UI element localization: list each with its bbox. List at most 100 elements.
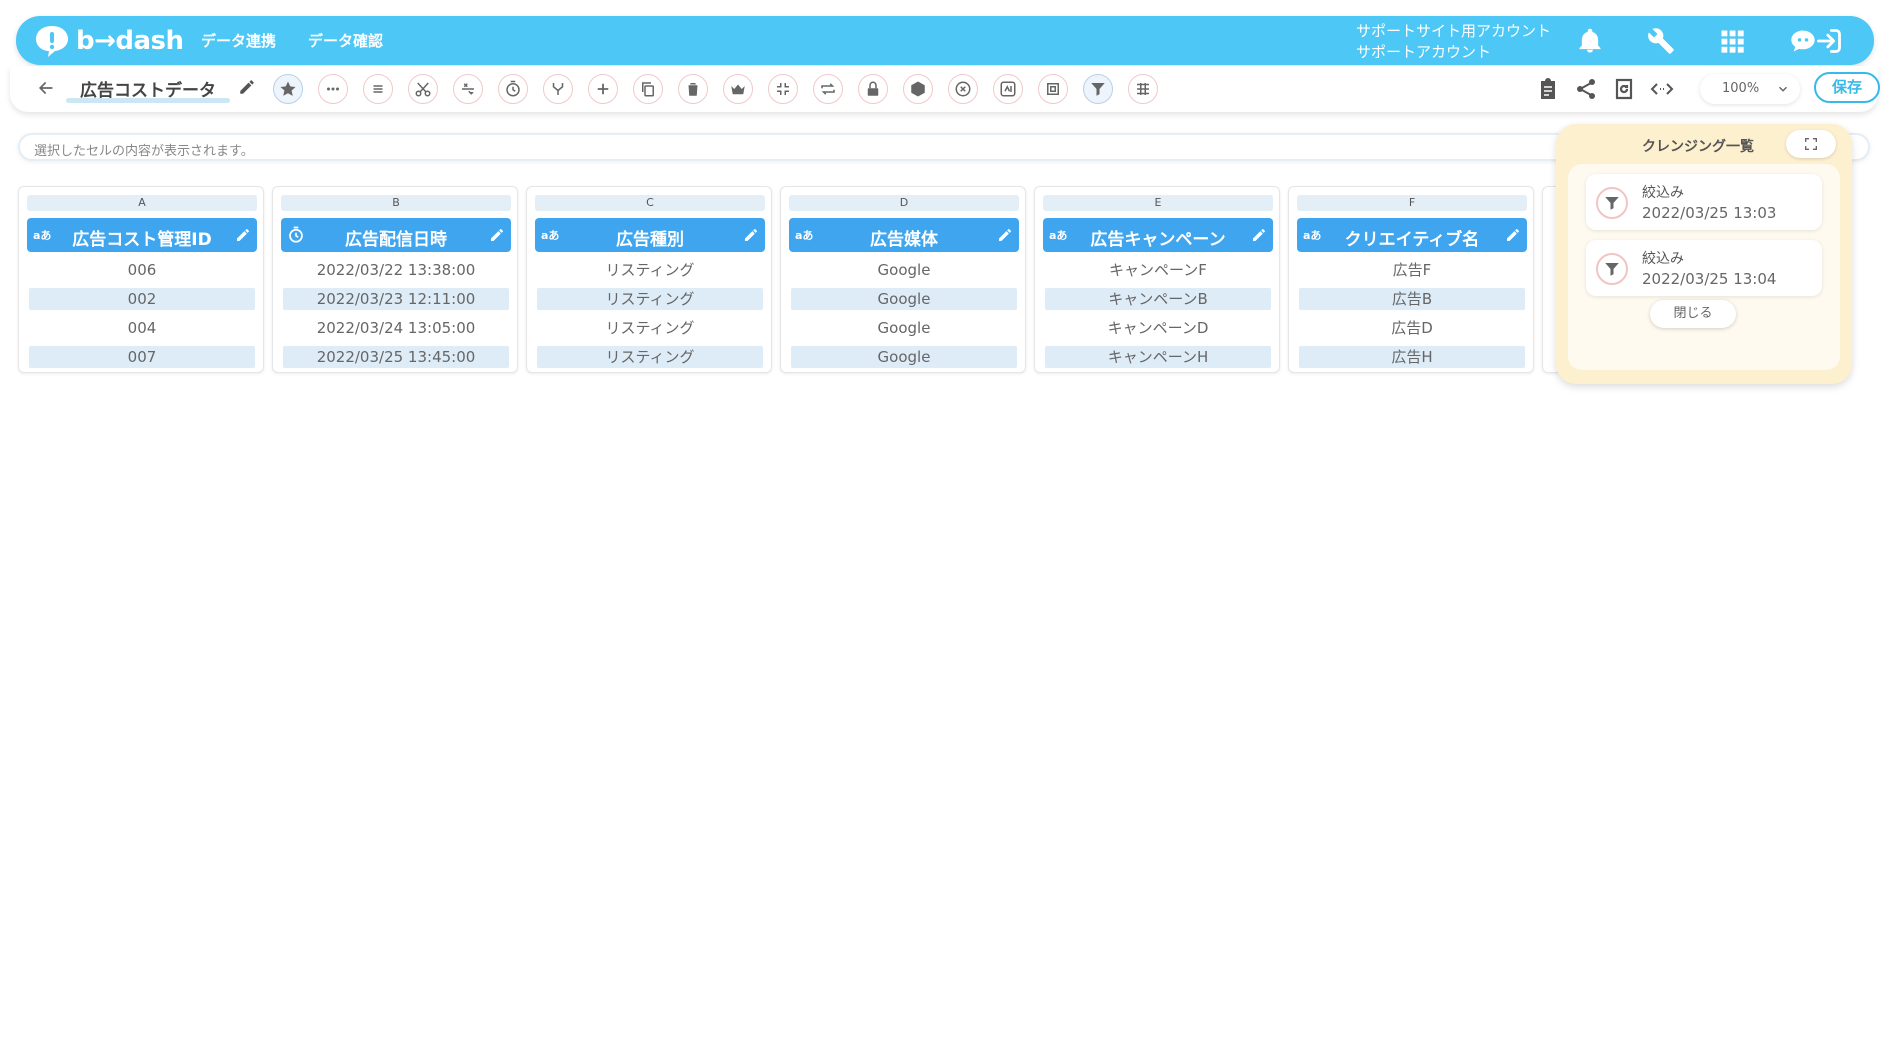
repeat-button[interactable] [813,74,843,104]
cell-content-placeholder: 選択したセルの内容が表示されます。 [34,144,254,159]
column-letter[interactable]: D [789,195,1019,211]
table-cell[interactable]: 2022/03/25 13:45:00 [283,346,509,368]
column-header[interactable]: aあ 広告媒体 [789,218,1019,252]
table-cell[interactable]: 004 [29,317,255,339]
chevron-down-icon [1778,86,1788,92]
table-cell[interactable]: 広告B [1299,288,1525,310]
merge-button[interactable] [543,74,573,104]
table-cell[interactable]: Google [791,259,1017,281]
table-cell[interactable]: Google [791,288,1017,310]
logout-icon[interactable] [1812,24,1846,58]
timer-icon [506,80,520,97]
account-info[interactable]: サポートサイト用アカウント サポートアカウント [1356,21,1551,63]
code-icon[interactable] [1649,76,1675,102]
history-timestamp: 2022/03/25 13:04 [1642,270,1777,288]
column-b[interactable]: B 広告配信日時 2022/03/22 13:38:00 2022/03/23 … [272,186,518,373]
delete-button[interactable] [678,74,708,104]
filter-icon [1596,187,1628,219]
formula-button[interactable] [453,74,483,104]
replace-button[interactable] [993,74,1023,104]
pencil-icon[interactable] [235,227,251,243]
table-cell[interactable]: 広告D [1299,317,1525,339]
nav-data-check[interactable]: データ確認 [308,30,383,51]
table-cell[interactable]: 2022/03/24 13:05:00 [283,317,509,339]
table-cell[interactable]: キャンペーンH [1045,346,1271,368]
star-button[interactable] [273,74,303,104]
table-cell[interactable]: リスティング [537,288,763,310]
collapse-icon [777,83,789,95]
table-cell[interactable]: キャンペーンF [1045,259,1271,281]
wrench-icon[interactable] [1644,24,1678,58]
pencil-icon[interactable] [1251,227,1267,243]
table-cell[interactable]: 広告H [1299,346,1525,368]
list-button[interactable] [363,74,393,104]
edit-title-button[interactable] [238,78,256,100]
pencil-icon[interactable] [743,227,759,243]
pencil-icon[interactable] [997,227,1013,243]
split-button[interactable] [408,74,438,104]
table-cell[interactable]: Google [791,346,1017,368]
column-header[interactable]: 広告配信日時 [281,218,511,252]
pivot-button[interactable] [1128,74,1158,104]
copy-button[interactable] [633,74,663,104]
save-button[interactable]: 保存 [1814,72,1880,103]
table-cell[interactable]: 006 [29,259,255,281]
table-cell[interactable]: Google [791,317,1017,339]
expand-button[interactable] [1786,130,1836,158]
table-cell[interactable]: リスティング [537,346,763,368]
column-d[interactable]: D aあ 広告媒体 Google Google Google Google [780,186,1026,373]
list-icon [373,85,383,93]
column-header[interactable]: aあ クリエイティブ名 [1297,218,1527,252]
column-letter[interactable]: A [27,195,257,211]
bell-icon[interactable] [1573,24,1607,58]
plus-icon [597,83,609,95]
filter-button[interactable] [1083,74,1113,104]
pencil-icon[interactable] [489,227,505,243]
filter-icon [1091,83,1105,96]
table-cell[interactable]: 007 [29,346,255,368]
share-icon[interactable] [1573,76,1599,102]
table-cell[interactable]: キャンペーンD [1045,317,1271,339]
table-cell[interactable]: 2022/03/23 12:11:00 [283,288,509,310]
clipboard-icon[interactable] [1535,76,1561,102]
table-cell[interactable]: 002 [29,288,255,310]
table-cell[interactable]: キャンペーンB [1045,288,1271,310]
logo[interactable]: b→dash [34,24,184,58]
table-cell[interactable]: 広告F [1299,259,1525,281]
table-cell[interactable]: リスティング [537,317,763,339]
collapse-button[interactable] [768,74,798,104]
column-letter[interactable]: F [1297,195,1527,211]
column-c[interactable]: C aあ 広告種別 リスティング リスティング リスティング リスティング [526,186,772,373]
nav-data-integration[interactable]: データ連携 [201,30,276,51]
column-e[interactable]: E aあ 広告キャンペーン キャンペーンF キャンペーンB キャンペーンD キャ… [1034,186,1280,373]
column-letter[interactable]: B [281,195,511,211]
column-header[interactable]: aあ 広告キャンペーン [1043,218,1273,252]
column-letter[interactable]: C [535,195,765,211]
cleansing-list: 絞込み 2022/03/25 13:03 絞込み 2022/03/25 13:0… [1568,164,1840,370]
table-cell[interactable]: 2022/03/22 13:38:00 [283,259,509,281]
cleansing-history-item[interactable]: 絞込み 2022/03/25 13:04 [1586,240,1822,296]
table-cell[interactable]: リスティング [537,259,763,281]
ellipsis-button[interactable] [318,74,348,104]
lock-button[interactable] [858,74,888,104]
copy-icon [642,82,654,97]
crown-button[interactable] [723,74,753,104]
column-f[interactable]: F aあ クリエイティブ名 広告F 広告B 広告D 広告H [1288,186,1534,373]
column-letter[interactable]: E [1043,195,1273,211]
apps-grid-icon[interactable] [1715,24,1749,58]
cleansing-history-item[interactable]: 絞込み 2022/03/25 13:03 [1586,174,1822,230]
cancel-icon [955,81,971,97]
pencil-icon[interactable] [1505,227,1521,243]
column-header[interactable]: aあ 広告コスト管理ID [27,218,257,252]
back-button[interactable] [36,78,58,100]
id-button[interactable] [1038,74,1068,104]
zoom-select[interactable]: 100% [1700,74,1800,104]
add-button[interactable] [588,74,618,104]
refresh-icon[interactable] [1611,76,1637,102]
timer-button[interactable] [498,74,528,104]
close-button[interactable]: 閉じる [1650,300,1736,328]
package-button[interactable] [903,74,933,104]
cancel-button[interactable] [948,74,978,104]
column-header[interactable]: aあ 広告種別 [535,218,765,252]
column-a[interactable]: A aあ 広告コスト管理ID 006 002 004 007 [18,186,264,373]
